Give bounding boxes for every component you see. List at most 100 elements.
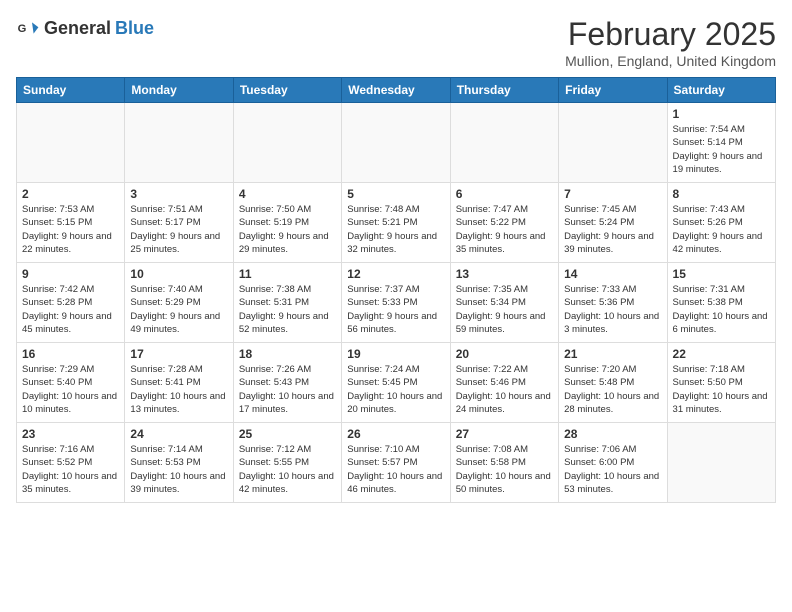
day-info: Sunrise: 7:40 AM Sunset: 5:29 PM Dayligh… (130, 283, 227, 336)
calendar-day-cell: 16 Sunrise: 7:29 AM Sunset: 5:40 PM Dayli… (17, 343, 125, 423)
day-info: Sunrise: 7:33 AM Sunset: 5:36 PM Dayligh… (564, 283, 661, 336)
logo-blue: Blue (115, 18, 154, 39)
day-info: Sunrise: 7:54 AM Sunset: 5:14 PM Dayligh… (673, 123, 770, 176)
calendar-day-cell (233, 103, 341, 183)
calendar-day-cell: 23Sunrise: 7:16 AM Sunset: 5:52 PM Dayli… (17, 423, 125, 503)
day-info: Sunrise: 7:22 AM Sunset: 5:46 PM Dayligh… (456, 363, 553, 416)
day-of-week-header: Sunday (17, 78, 125, 103)
day-info: Sunrise: 7:38 AM Sunset: 5:31 PM Dayligh… (239, 283, 336, 336)
day-number: 1 (673, 107, 770, 121)
day-info: Sunrise: 7:35 AM Sunset: 5:34 PM Dayligh… (456, 283, 553, 336)
calendar-day-cell: 9 Sunrise: 7:42 AM Sunset: 5:28 PM Daylig… (17, 263, 125, 343)
day-number: 20 (456, 347, 553, 361)
calendar-day-cell: 4Sunrise: 7:50 AM Sunset: 5:19 PM Daylig… (233, 183, 341, 263)
day-number: 7 (564, 187, 661, 201)
calendar-day-cell: 7 Sunrise: 7:45 AM Sunset: 5:24 PM Daylig… (559, 183, 667, 263)
day-of-week-header: Saturday (667, 78, 775, 103)
calendar-day-cell: 26 Sunrise: 7:10 AM Sunset: 5:57 PM Dayli… (342, 423, 450, 503)
day-number: 3 (130, 187, 227, 201)
day-info: Sunrise: 7:42 AM Sunset: 5:28 PM Dayligh… (22, 283, 119, 336)
calendar-week-row: 9 Sunrise: 7:42 AM Sunset: 5:28 PM Daylig… (17, 263, 776, 343)
day-info: Sunrise: 7:06 AM Sunset: 6:00 PM Dayligh… (564, 443, 661, 496)
calendar-week-row: 2 Sunrise: 7:53 AM Sunset: 5:15 PM Daylig… (17, 183, 776, 263)
calendar-day-cell: 18Sunrise: 7:26 AM Sunset: 5:43 PM Dayli… (233, 343, 341, 423)
day-number: 14 (564, 267, 661, 281)
day-number: 15 (673, 267, 770, 281)
day-info: Sunrise: 7:12 AM Sunset: 5:55 PM Dayligh… (239, 443, 336, 496)
day-info: Sunrise: 7:08 AM Sunset: 5:58 PM Dayligh… (456, 443, 553, 496)
calendar-day-cell: 8 Sunrise: 7:43 AM Sunset: 5:26 PM Daylig… (667, 183, 775, 263)
month-title: February 2025 (565, 16, 776, 53)
calendar-day-cell (17, 103, 125, 183)
page-header: G General Blue February 2025 Mullion, En… (16, 16, 776, 69)
day-number: 27 (456, 427, 553, 441)
calendar-day-cell (450, 103, 558, 183)
day-number: 13 (456, 267, 553, 281)
day-info: Sunrise: 7:47 AM Sunset: 5:22 PM Dayligh… (456, 203, 553, 256)
day-of-week-header: Tuesday (233, 78, 341, 103)
calendar-day-cell: 28Sunrise: 7:06 AM Sunset: 6:00 PM Dayli… (559, 423, 667, 503)
location: Mullion, England, United Kingdom (565, 53, 776, 69)
day-info: Sunrise: 7:31 AM Sunset: 5:38 PM Dayligh… (673, 283, 770, 336)
calendar-day-cell (559, 103, 667, 183)
day-number: 10 (130, 267, 227, 281)
day-number: 2 (22, 187, 119, 201)
day-info: Sunrise: 7:28 AM Sunset: 5:41 PM Dayligh… (130, 363, 227, 416)
day-number: 4 (239, 187, 336, 201)
day-number: 12 (347, 267, 444, 281)
day-info: Sunrise: 7:45 AM Sunset: 5:24 PM Dayligh… (564, 203, 661, 256)
calendar-table: SundayMondayTuesdayWednesdayThursdayFrid… (16, 77, 776, 503)
day-number: 11 (239, 267, 336, 281)
calendar-day-cell: 15 Sunrise: 7:31 AM Sunset: 5:38 PM Dayli… (667, 263, 775, 343)
calendar-day-cell: 13 Sunrise: 7:35 AM Sunset: 5:34 PM Dayli… (450, 263, 558, 343)
day-number: 9 (22, 267, 119, 281)
day-number: 6 (456, 187, 553, 201)
calendar-day-cell: 2 Sunrise: 7:53 AM Sunset: 5:15 PM Daylig… (17, 183, 125, 263)
calendar-day-cell: 21Sunrise: 7:20 AM Sunset: 5:48 PM Dayli… (559, 343, 667, 423)
day-number: 17 (130, 347, 227, 361)
calendar-day-cell: 27 Sunrise: 7:08 AM Sunset: 5:58 PM Dayli… (450, 423, 558, 503)
calendar-day-cell: 11 Sunrise: 7:38 AM Sunset: 5:31 PM Dayli… (233, 263, 341, 343)
day-info: Sunrise: 7:43 AM Sunset: 5:26 PM Dayligh… (673, 203, 770, 256)
day-number: 19 (347, 347, 444, 361)
day-number: 8 (673, 187, 770, 201)
calendar-day-cell: 20 Sunrise: 7:22 AM Sunset: 5:46 PM Dayli… (450, 343, 558, 423)
calendar-day-cell: 10 Sunrise: 7:40 AM Sunset: 5:29 PM Dayli… (125, 263, 233, 343)
day-of-week-header: Friday (559, 78, 667, 103)
calendar-day-cell: 1 Sunrise: 7:54 AM Sunset: 5:14 PM Daylig… (667, 103, 775, 183)
calendar-day-cell: 5Sunrise: 7:48 AM Sunset: 5:21 PM Daylig… (342, 183, 450, 263)
calendar-day-cell (667, 423, 775, 503)
day-number: 22 (673, 347, 770, 361)
day-of-week-header: Wednesday (342, 78, 450, 103)
calendar-day-cell: 24 Sunrise: 7:14 AM Sunset: 5:53 PM Dayli… (125, 423, 233, 503)
logo: G General Blue (16, 16, 154, 40)
calendar-day-cell: 14 Sunrise: 7:33 AM Sunset: 5:36 PM Dayli… (559, 263, 667, 343)
calendar-day-cell: 22 Sunrise: 7:18 AM Sunset: 5:50 PM Dayli… (667, 343, 775, 423)
day-info: Sunrise: 7:14 AM Sunset: 5:53 PM Dayligh… (130, 443, 227, 496)
calendar-week-row: 1 Sunrise: 7:54 AM Sunset: 5:14 PM Daylig… (17, 103, 776, 183)
calendar-day-cell (125, 103, 233, 183)
day-info: Sunrise: 7:53 AM Sunset: 5:15 PM Dayligh… (22, 203, 119, 256)
calendar-day-cell: 17 Sunrise: 7:28 AM Sunset: 5:41 PM Dayli… (125, 343, 233, 423)
calendar-header-row: SundayMondayTuesdayWednesdayThursdayFrid… (17, 78, 776, 103)
day-number: 26 (347, 427, 444, 441)
day-info: Sunrise: 7:51 AM Sunset: 5:17 PM Dayligh… (130, 203, 227, 256)
day-number: 5 (347, 187, 444, 201)
day-info: Sunrise: 7:37 AM Sunset: 5:33 PM Dayligh… (347, 283, 444, 336)
day-number: 25 (239, 427, 336, 441)
day-info: Sunrise: 7:26 AM Sunset: 5:43 PM Dayligh… (239, 363, 336, 416)
svg-text:G: G (18, 23, 27, 35)
logo-general: General (44, 18, 111, 39)
calendar-day-cell: 3 Sunrise: 7:51 AM Sunset: 5:17 PM Daylig… (125, 183, 233, 263)
calendar-day-cell: 19 Sunrise: 7:24 AM Sunset: 5:45 PM Dayli… (342, 343, 450, 423)
day-info: Sunrise: 7:20 AM Sunset: 5:48 PM Dayligh… (564, 363, 661, 416)
day-info: Sunrise: 7:29 AM Sunset: 5:40 PM Dayligh… (22, 363, 119, 416)
day-of-week-header: Thursday (450, 78, 558, 103)
day-number: 24 (130, 427, 227, 441)
day-info: Sunrise: 7:18 AM Sunset: 5:50 PM Dayligh… (673, 363, 770, 416)
day-info: Sunrise: 7:16 AM Sunset: 5:52 PM Dayligh… (22, 443, 119, 496)
day-info: Sunrise: 7:10 AM Sunset: 5:57 PM Dayligh… (347, 443, 444, 496)
day-info: Sunrise: 7:24 AM Sunset: 5:45 PM Dayligh… (347, 363, 444, 416)
logo-icon: G (16, 16, 40, 40)
day-number: 16 (22, 347, 119, 361)
